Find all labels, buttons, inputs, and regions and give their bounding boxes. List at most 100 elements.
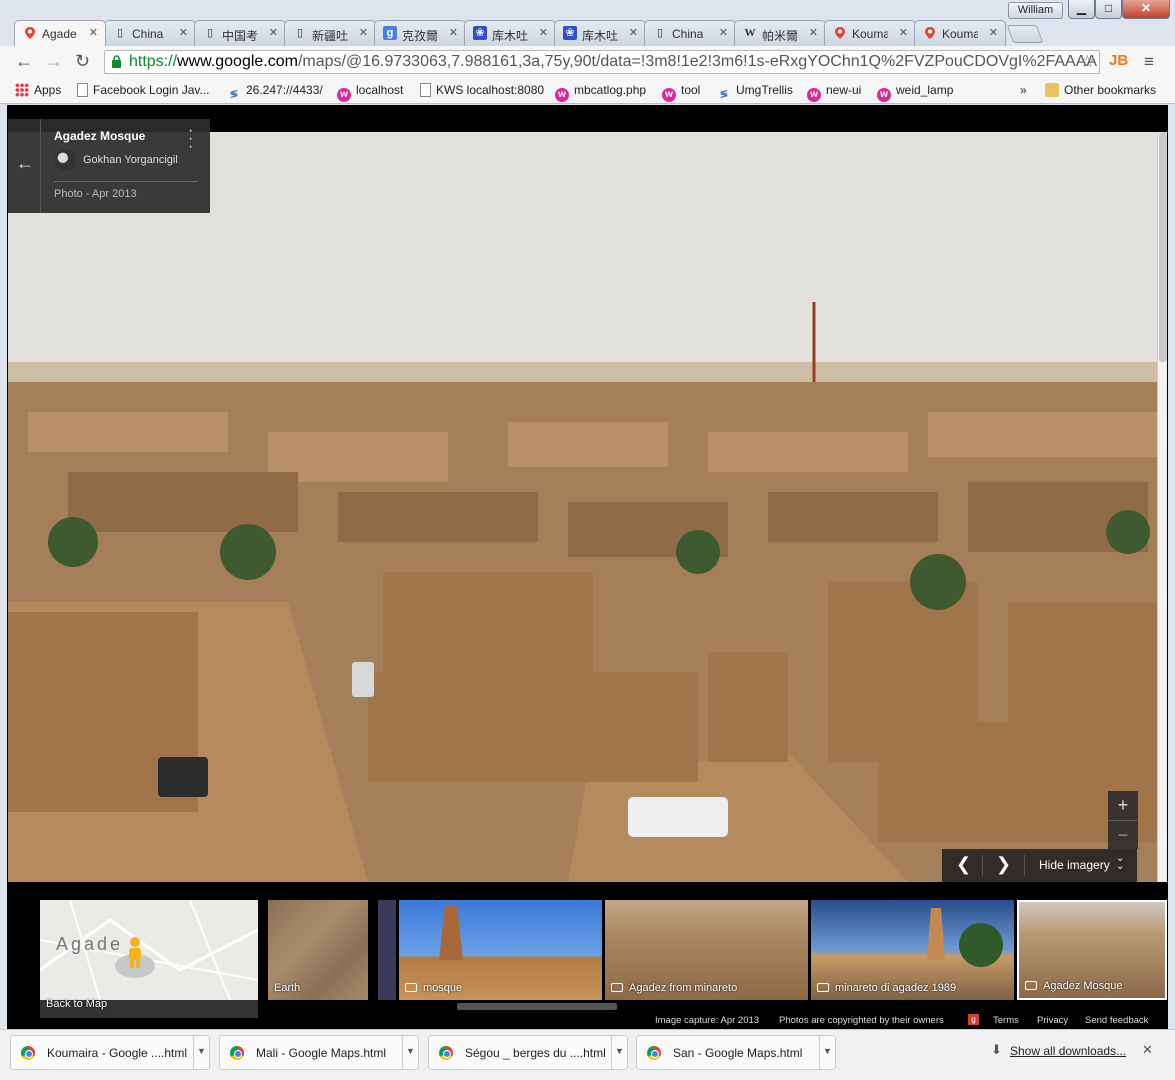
privacy-link[interactable]: Privacy — [1037, 1015, 1068, 1026]
more-vert-icon[interactable]: · · · — [188, 123, 193, 155]
tab-label: China — [132, 27, 164, 41]
photo-thumbnail-1989[interactable]: minareto di agadez 1989 — [811, 900, 1014, 1000]
bookmark-weid-lamp[interactable]: w weid_lamp — [877, 83, 953, 102]
photo-thumbnail-current[interactable]: Agadez Mosque — [1017, 900, 1167, 1000]
back-arrow-icon[interactable]: ← — [15, 51, 33, 72]
photo-scene — [8, 132, 1167, 882]
photo-thumbnail-mosque[interactable]: mosque — [399, 900, 602, 1000]
minimize-button[interactable]: ▁ — [1068, 0, 1095, 19]
photo-author[interactable]: Gokhan Yorgancigil — [83, 154, 178, 166]
send-feedback-link[interactable]: Send feedback — [1085, 1015, 1148, 1026]
tab-koumaira-1[interactable]: Kouma ✕ — [824, 20, 916, 46]
tab-close-icon[interactable]: ✕ — [809, 26, 818, 39]
dropdown-arrow-icon[interactable]: ▼ — [611, 1036, 627, 1069]
filmstrip-scrollbar[interactable] — [457, 1003, 617, 1010]
google-maps-icon — [23, 26, 37, 40]
bookmark-apps[interactable]: Apps — [15, 83, 61, 97]
tab-close-icon[interactable]: ✕ — [269, 26, 278, 39]
tab-kumtura-2[interactable]: ❀ 库木吐 ✕ — [554, 20, 646, 46]
tab-kizil[interactable]: g 克孜爾 ✕ — [374, 20, 466, 46]
bookmark-ip[interactable]: ≶ 26.247://4433/ — [227, 83, 323, 102]
forward-arrow-icon[interactable]: → — [45, 51, 63, 72]
tab-china[interactable]: ▯ China ✕ — [104, 20, 196, 46]
tab-label: 中国考 — [222, 29, 258, 43]
lock-icon — [112, 55, 121, 68]
tab-agadez[interactable]: Agade ✕ — [14, 20, 106, 46]
dropdown-arrow-icon[interactable]: ▼ — [193, 1036, 209, 1069]
bookmarks-overflow-chevron-icon[interactable]: » — [1020, 83, 1027, 97]
maps-footer: Image capture: Apr 2013 Photos are copyr… — [7, 1012, 1168, 1029]
bolt-icon: ≶ — [229, 89, 239, 100]
google-plus-icon[interactable]: g — [968, 1014, 979, 1025]
avatar[interactable] — [54, 149, 76, 171]
tab-close-icon[interactable]: ✕ — [539, 26, 548, 39]
download-item[interactable]: Koumaira - Google ....html ▼ — [10, 1035, 210, 1070]
dropdown-arrow-icon[interactable]: ▼ — [402, 1036, 418, 1069]
next-image-button[interactable]: ❯ — [996, 854, 1011, 875]
close-downloads-icon[interactable]: ✕ — [1142, 1042, 1153, 1058]
collapse-chevron-icon[interactable]: ⌄ ⌄ — [1116, 854, 1124, 872]
vertical-scrollbar[interactable] — [1157, 132, 1167, 882]
back-to-map-thumbnail[interactable]: Agade Back to Map — [40, 900, 258, 1018]
photo-thumbnail[interactable] — [378, 900, 396, 1000]
scrollbar-thumb[interactable] — [1159, 132, 1167, 362]
tab-close-icon[interactable]: ✕ — [719, 26, 728, 39]
bookmark-umgtrellis[interactable]: ≶ UmgTrellis — [717, 83, 793, 102]
download-item[interactable]: San - Google Maps.html ▼ — [636, 1035, 836, 1070]
zoom-in-button[interactable]: + — [1108, 791, 1138, 820]
maximize-button[interactable]: □ — [1095, 0, 1122, 19]
other-bookmarks-folder[interactable]: Other bookmarks — [1045, 83, 1156, 97]
jetbrains-extension-icon[interactable]: JB — [1109, 52, 1128, 69]
back-arrow-icon[interactable]: ← — [16, 153, 34, 174]
bookmark-kws[interactable]: KWS localhost:8080 — [420, 83, 544, 97]
bookmark-star-icon[interactable]: ☆ — [1080, 51, 1095, 73]
google-maps-icon — [923, 26, 937, 40]
tab-china-2[interactable]: ▯ China ✕ — [644, 20, 736, 46]
back-to-map-label[interactable]: Back to Map — [46, 998, 107, 1010]
tab-close-icon[interactable]: ✕ — [179, 26, 188, 39]
downloads-bar: Koumaira - Google ....html ▼ Mali - Goog… — [0, 1029, 1175, 1080]
chrome-menu-icon[interactable]: ≡ — [1144, 52, 1154, 72]
address-bar[interactable]: https://www.google.com/maps/@16.9733063,… — [104, 50, 1100, 74]
tab-close-icon[interactable]: ✕ — [359, 26, 368, 39]
close-window-button[interactable]: ✕ — [1122, 0, 1170, 19]
tab-close-icon[interactable]: ✕ — [89, 26, 98, 39]
tab-pamir[interactable]: W 帕米爾 ✕ — [734, 20, 826, 46]
bookmark-localhost[interactable]: w localhost — [337, 83, 403, 102]
tab-close-icon[interactable]: ✕ — [899, 26, 908, 39]
tab-label: Kouma — [942, 27, 978, 41]
show-all-downloads-link[interactable]: Show all downloads... — [1010, 1044, 1126, 1058]
hide-imagery-button[interactable]: Hide imagery — [1039, 858, 1110, 872]
bookmark-label: 26.247://4433/ — [246, 83, 323, 97]
download-item[interactable]: Ségou _ berges du ....html ▼ — [428, 1035, 628, 1070]
panorama-photo[interactable] — [8, 132, 1167, 882]
terms-link[interactable]: Terms — [993, 1015, 1019, 1026]
download-filename: Ségou _ berges du ....html — [465, 1046, 606, 1060]
photo-thumbnail-minareto[interactable]: Agadez from minareto — [605, 900, 808, 1000]
tab-close-icon[interactable]: ✕ — [449, 26, 458, 39]
new-tab-button[interactable] — [1006, 25, 1044, 43]
download-filename: Mali - Google Maps.html — [256, 1046, 387, 1060]
bookmark-mbcatlog[interactable]: w mbcatlog.php — [555, 83, 646, 102]
zoom-out-button[interactable]: − — [1108, 821, 1138, 850]
tab-zhongguo[interactable]: ▯ 中国考 ✕ — [194, 20, 286, 46]
bookmark-new-ui[interactable]: w new-ui — [807, 83, 861, 102]
tab-close-icon[interactable]: ✕ — [989, 26, 998, 39]
photo-title[interactable]: Agadez Mosque — [54, 129, 145, 143]
previous-image-button[interactable]: ❮ — [956, 854, 971, 875]
tab-koumaira-2[interactable]: Kouma ✕ — [914, 20, 1006, 46]
bookmark-label: UmgTrellis — [736, 83, 793, 97]
earth-thumbnail[interactable]: Earth — [268, 900, 368, 1000]
reload-icon[interactable]: ↻ — [75, 51, 90, 72]
dropdown-arrow-icon[interactable]: ▼ — [819, 1036, 835, 1069]
bookmark-tool[interactable]: w tool — [662, 83, 700, 102]
tab-close-icon[interactable]: ✕ — [629, 26, 638, 39]
bookmark-facebook[interactable]: Facebook Login Jav... — [77, 83, 210, 97]
thumbnail-caption: Agadez from minareto — [629, 982, 738, 994]
pegman-icon[interactable] — [124, 936, 146, 970]
url-host: www.google.com — [177, 53, 298, 70]
tab-xinjiang[interactable]: ▯ 新疆吐 ✕ — [284, 20, 376, 46]
tab-kumtura-1[interactable]: ❀ 库木吐 ✕ — [464, 20, 556, 46]
user-profile-button[interactable]: William — [1008, 2, 1063, 19]
download-item[interactable]: Mali - Google Maps.html ▼ — [219, 1035, 419, 1070]
